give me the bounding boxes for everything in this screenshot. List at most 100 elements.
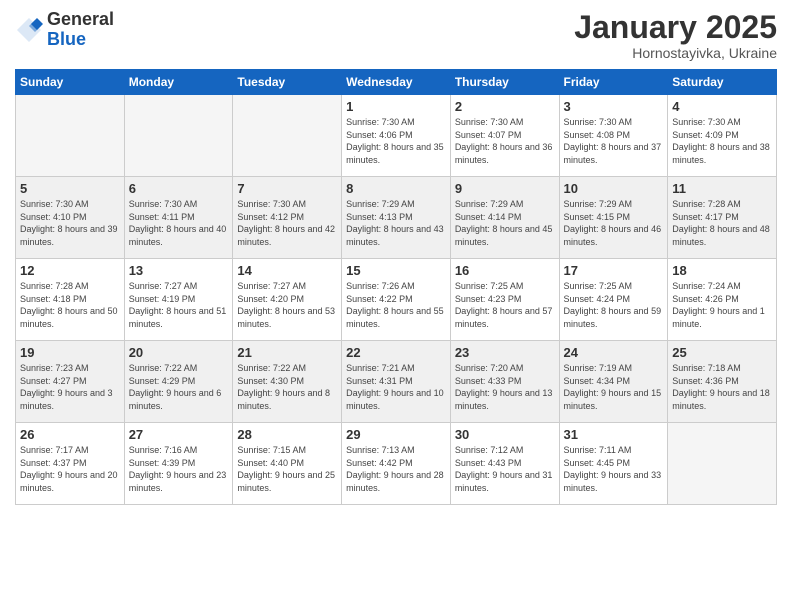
table-row <box>233 95 342 177</box>
title-block: January 2025 Hornostayivka, Ukraine <box>574 10 777 61</box>
col-saturday: Saturday <box>668 70 777 95</box>
calendar: Sunday Monday Tuesday Wednesday Thursday… <box>15 69 777 505</box>
day-number: 23 <box>455 345 555 360</box>
day-number: 2 <box>455 99 555 114</box>
day-info: Sunrise: 7:22 AM Sunset: 4:29 PM Dayligh… <box>129 362 229 412</box>
col-wednesday: Wednesday <box>342 70 451 95</box>
table-row: 16 Sunrise: 7:25 AM Sunset: 4:23 PM Dayli… <box>450 259 559 341</box>
day-info: Sunrise: 7:19 AM Sunset: 4:34 PM Dayligh… <box>564 362 664 412</box>
table-row: 11 Sunrise: 7:28 AM Sunset: 4:17 PM Dayli… <box>668 177 777 259</box>
table-row: 8 Sunrise: 7:29 AM Sunset: 4:13 PM Daylig… <box>342 177 451 259</box>
logo-icon <box>15 16 43 44</box>
table-row: 14Sunrise: 7:27 AM Sunset: 4:20 PM Dayli… <box>233 259 342 341</box>
day-number: 16 <box>455 263 555 278</box>
day-info: Sunrise: 7:16 AM Sunset: 4:39 PM Dayligh… <box>129 444 229 494</box>
day-info: Sunrise: 7:30 AM Sunset: 4:06 PM Dayligh… <box>346 116 446 166</box>
day-number: 24 <box>564 345 664 360</box>
day-number: 28 <box>237 427 337 442</box>
table-row: 6Sunrise: 7:30 AM Sunset: 4:11 PM Daylig… <box>124 177 233 259</box>
day-info: Sunrise: 7:27 AM Sunset: 4:19 PM Dayligh… <box>129 280 229 330</box>
table-row: 31 Sunrise: 7:11 AM Sunset: 4:45 PM Dayli… <box>559 423 668 505</box>
day-info: Sunrise: 7:18 AM Sunset: 4:36 PM Dayligh… <box>672 362 772 412</box>
table-row: 17 Sunrise: 7:25 AM Sunset: 4:24 PM Dayli… <box>559 259 668 341</box>
day-info: Sunrise: 7:27 AM Sunset: 4:20 PM Dayligh… <box>237 280 337 330</box>
day-info: Sunrise: 7:30 AM Sunset: 4:08 PM Dayligh… <box>564 116 664 166</box>
day-info: Sunrise: 7:30 AM Sunset: 4:09 PM Dayligh… <box>672 116 772 166</box>
day-number: 18 <box>672 263 772 278</box>
table-row: 24 Sunrise: 7:19 AM Sunset: 4:34 PM Dayli… <box>559 341 668 423</box>
day-number: 21 <box>237 345 337 360</box>
table-row <box>16 95 125 177</box>
day-number: 17 <box>564 263 664 278</box>
day-number: 10 <box>564 181 664 196</box>
day-number: 20 <box>129 345 229 360</box>
day-info: Sunrise: 7:30 AM Sunset: 4:12 PM Dayligh… <box>237 198 337 248</box>
day-number: 11 <box>672 181 772 196</box>
location: Hornostayivka, Ukraine <box>574 45 777 61</box>
logo-blue: Blue <box>47 29 86 49</box>
table-row: 27 Sunrise: 7:16 AM Sunset: 4:39 PM Dayli… <box>124 423 233 505</box>
page-header: General Blue January 2025 Hornostayivka,… <box>15 10 777 61</box>
table-row: 26Sunrise: 7:17 AM Sunset: 4:37 PM Dayli… <box>16 423 125 505</box>
table-row: 9Sunrise: 7:29 AM Sunset: 4:14 PM Daylig… <box>450 177 559 259</box>
day-number: 27 <box>129 427 229 442</box>
col-sunday: Sunday <box>16 70 125 95</box>
day-info: Sunrise: 7:21 AM Sunset: 4:31 PM Dayligh… <box>346 362 446 412</box>
day-number: 13 <box>129 263 229 278</box>
day-info: Sunrise: 7:17 AM Sunset: 4:37 PM Dayligh… <box>20 444 120 494</box>
day-info: Sunrise: 7:23 AM Sunset: 4:27 PM Dayligh… <box>20 362 120 412</box>
day-number: 25 <box>672 345 772 360</box>
table-row: 5Sunrise: 7:30 AM Sunset: 4:10 PM Daylig… <box>16 177 125 259</box>
day-info: Sunrise: 7:28 AM Sunset: 4:17 PM Dayligh… <box>672 198 772 248</box>
day-info: Sunrise: 7:26 AM Sunset: 4:22 PM Dayligh… <box>346 280 446 330</box>
table-row: 10Sunrise: 7:29 AM Sunset: 4:15 PM Dayli… <box>559 177 668 259</box>
day-info: Sunrise: 7:30 AM Sunset: 4:07 PM Dayligh… <box>455 116 555 166</box>
calendar-week-row: 19 Sunrise: 7:23 AM Sunset: 4:27 PM Dayli… <box>16 341 777 423</box>
logo: General Blue <box>15 10 114 50</box>
table-row: 23 Sunrise: 7:20 AM Sunset: 4:33 PM Dayli… <box>450 341 559 423</box>
day-number: 8 <box>346 181 446 196</box>
day-info: Sunrise: 7:30 AM Sunset: 4:11 PM Dayligh… <box>129 198 229 248</box>
calendar-week-row: 26Sunrise: 7:17 AM Sunset: 4:37 PM Dayli… <box>16 423 777 505</box>
table-row: 25 Sunrise: 7:18 AM Sunset: 4:36 PM Dayli… <box>668 341 777 423</box>
day-info: Sunrise: 7:20 AM Sunset: 4:33 PM Dayligh… <box>455 362 555 412</box>
day-info: Sunrise: 7:15 AM Sunset: 4:40 PM Dayligh… <box>237 444 337 494</box>
day-info: Sunrise: 7:22 AM Sunset: 4:30 PM Dayligh… <box>237 362 337 412</box>
day-number: 29 <box>346 427 446 442</box>
table-row <box>668 423 777 505</box>
month-title: January 2025 <box>574 10 777 45</box>
calendar-header-row: Sunday Monday Tuesday Wednesday Thursday… <box>16 70 777 95</box>
day-info: Sunrise: 7:25 AM Sunset: 4:24 PM Dayligh… <box>564 280 664 330</box>
table-row: 4Sunrise: 7:30 AM Sunset: 4:09 PM Daylig… <box>668 95 777 177</box>
logo-general: General <box>47 9 114 29</box>
day-number: 3 <box>564 99 664 114</box>
day-number: 30 <box>455 427 555 442</box>
day-info: Sunrise: 7:24 AM Sunset: 4:26 PM Dayligh… <box>672 280 772 330</box>
day-number: 15 <box>346 263 446 278</box>
day-info: Sunrise: 7:30 AM Sunset: 4:10 PM Dayligh… <box>20 198 120 248</box>
table-row: 21 Sunrise: 7:22 AM Sunset: 4:30 PM Dayli… <box>233 341 342 423</box>
col-thursday: Thursday <box>450 70 559 95</box>
day-number: 31 <box>564 427 664 442</box>
day-info: Sunrise: 7:28 AM Sunset: 4:18 PM Dayligh… <box>20 280 120 330</box>
table-row: 7 Sunrise: 7:30 AM Sunset: 4:12 PM Daylig… <box>233 177 342 259</box>
table-row: 3 Sunrise: 7:30 AM Sunset: 4:08 PM Daylig… <box>559 95 668 177</box>
table-row: 1 Sunrise: 7:30 AM Sunset: 4:06 PM Daylig… <box>342 95 451 177</box>
table-row: 22 Sunrise: 7:21 AM Sunset: 4:31 PM Dayli… <box>342 341 451 423</box>
logo-text: General Blue <box>47 10 114 50</box>
table-row: 19 Sunrise: 7:23 AM Sunset: 4:27 PM Dayli… <box>16 341 125 423</box>
table-row: 29Sunrise: 7:13 AM Sunset: 4:42 PM Dayli… <box>342 423 451 505</box>
day-number: 7 <box>237 181 337 196</box>
table-row: 13 Sunrise: 7:27 AM Sunset: 4:19 PM Dayli… <box>124 259 233 341</box>
day-number: 19 <box>20 345 120 360</box>
day-info: Sunrise: 7:11 AM Sunset: 4:45 PM Dayligh… <box>564 444 664 494</box>
col-friday: Friday <box>559 70 668 95</box>
day-number: 22 <box>346 345 446 360</box>
day-number: 1 <box>346 99 446 114</box>
col-monday: Monday <box>124 70 233 95</box>
day-info: Sunrise: 7:29 AM Sunset: 4:13 PM Dayligh… <box>346 198 446 248</box>
day-info: Sunrise: 7:25 AM Sunset: 4:23 PM Dayligh… <box>455 280 555 330</box>
calendar-week-row: 5Sunrise: 7:30 AM Sunset: 4:10 PM Daylig… <box>16 177 777 259</box>
table-row: 2 Sunrise: 7:30 AM Sunset: 4:07 PM Daylig… <box>450 95 559 177</box>
table-row: 20 Sunrise: 7:22 AM Sunset: 4:29 PM Dayli… <box>124 341 233 423</box>
